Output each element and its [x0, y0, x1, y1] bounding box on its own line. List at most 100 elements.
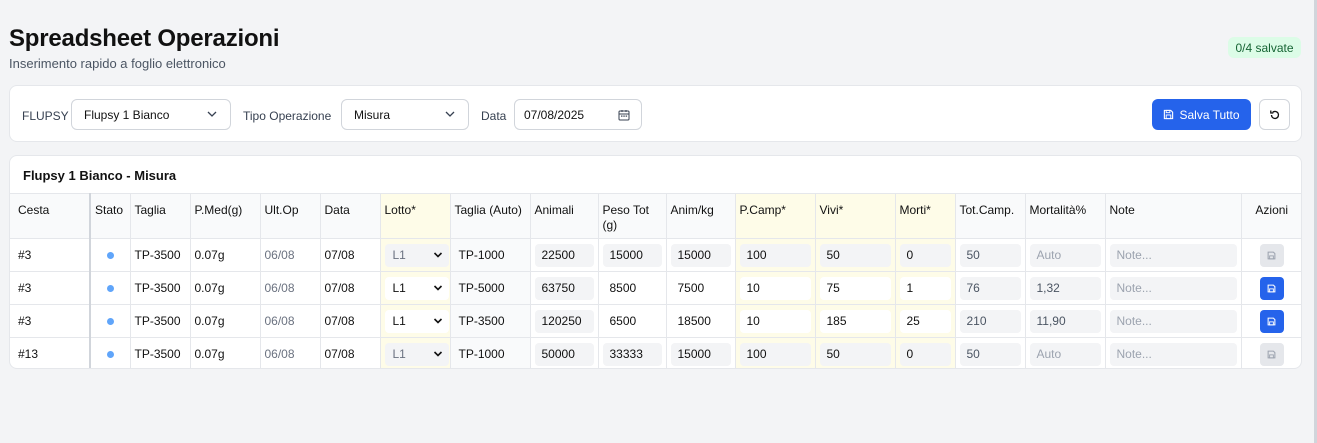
cell-animali: 63750 — [529, 271, 599, 305]
note-input[interactable]: Note... — [1109, 309, 1237, 333]
col-header-data: Data — [319, 193, 381, 239]
pcamp-input[interactable]: 10 — [739, 276, 811, 300]
peso-tot-input[interactable]: 15000 — [602, 243, 662, 267]
anim-kg-input[interactable]: 7500 — [670, 276, 731, 300]
table-row: #3 TP-3500 0.07g 06/08 07/08 L1 TP-5000 63750 85… — [10, 271, 1301, 305]
table-header-row: Cesta Stato Taglia P.Med(g) Ult.Op Data … — [10, 193, 1301, 239]
vivi-input[interactable]: 50 — [819, 243, 891, 267]
cell-ultop: 06/08 — [259, 238, 321, 272]
cell-pmed: 0.07g — [189, 304, 261, 338]
cell-note: Note... — [1104, 271, 1242, 305]
cell-taglia-auto: TP-1000 — [449, 337, 531, 368]
refresh-icon — [1269, 110, 1279, 119]
cell-cesta: #3 — [10, 238, 91, 272]
vivi-input[interactable]: 185 — [819, 309, 891, 333]
col-header-animali: Animali — [529, 193, 599, 239]
chevron-down-icon — [433, 284, 442, 291]
note-input[interactable]: Note... — [1109, 342, 1237, 366]
save-icon — [1267, 284, 1276, 292]
tipo-operazione-select[interactable]: Misura — [341, 99, 469, 130]
row-save-button[interactable] — [1259, 309, 1284, 333]
taglia-auto-value: TP-1000 — [458, 347, 505, 361]
calendar-icon[interactable] — [618, 109, 630, 121]
cell-note: Note... — [1104, 337, 1242, 368]
cell-data: 07/08 — [319, 271, 381, 305]
animali-input[interactable]: 50000 — [534, 342, 594, 366]
lotto-value: L1 — [392, 281, 406, 295]
note-input[interactable]: Note... — [1109, 243, 1237, 267]
cell-taglia: TP-3500 — [129, 337, 191, 368]
mortalita-value: Auto — [1029, 342, 1101, 366]
note-input[interactable]: Note... — [1109, 276, 1237, 300]
lotto-select[interactable]: L1 — [384, 243, 449, 267]
cell-azioni — [1240, 304, 1301, 338]
refresh-button[interactable] — [1259, 99, 1290, 130]
animali-input[interactable]: 120250 — [534, 309, 594, 333]
status-dot — [107, 350, 114, 358]
cell-pcamp: 10 — [734, 271, 816, 305]
morti-input[interactable]: 25 — [899, 309, 951, 333]
vivi-input[interactable]: 50 — [819, 342, 891, 366]
cell-animali: 120250 — [529, 304, 599, 338]
taglia-auto-value: TP-1000 — [458, 248, 505, 262]
flupsy-select[interactable]: Flupsy 1 Bianco — [71, 99, 231, 130]
cell-pmed: 0.07g — [189, 238, 261, 272]
anim-kg-input[interactable]: 15000 — [670, 342, 731, 366]
cell-lotto: L1 — [379, 304, 451, 338]
lotto-select[interactable]: L1 — [384, 342, 449, 366]
morti-input[interactable]: 0 — [899, 342, 951, 366]
col-header-cesta: Cesta — [10, 193, 91, 239]
row-save-button[interactable] — [1259, 243, 1284, 267]
cell-animali: 22500 — [529, 238, 599, 272]
row-save-button[interactable] — [1259, 276, 1284, 300]
vivi-input[interactable]: 75 — [819, 276, 891, 300]
col-header-tot-camp: Tot.Camp. — [954, 193, 1026, 239]
lotto-select[interactable]: L1 — [384, 276, 449, 300]
cell-anim-kg: 18500 — [665, 304, 736, 338]
flupsy-select-value: Flupsy 1 Bianco — [84, 107, 170, 122]
lotto-select[interactable]: L1 — [384, 309, 449, 333]
status-dot — [107, 251, 114, 259]
col-header-anim-kg: Anim/kg — [665, 193, 736, 239]
cell-stato — [89, 304, 131, 338]
cell-data: 07/08 — [319, 304, 381, 338]
anim-kg-input[interactable]: 18500 — [670, 309, 731, 333]
save-all-button[interactable]: Salva Tutto — [1152, 99, 1251, 130]
cell-cesta: #13 — [10, 337, 91, 368]
cell-stato — [89, 238, 131, 272]
col-header-stato: Stato — [89, 193, 131, 239]
cell-peso-tot: 33333 — [597, 337, 667, 368]
cell-pcamp: 10 — [734, 304, 816, 338]
page-title: Spreadsheet Operazioni — [9, 25, 280, 52]
date-input-value: 07/08/2025 — [524, 107, 585, 122]
peso-tot-input[interactable]: 8500 — [602, 276, 662, 300]
anim-kg-input[interactable]: 15000 — [670, 243, 731, 267]
cell-tot-camp: 210 — [954, 304, 1026, 338]
animali-input[interactable]: 63750 — [534, 276, 594, 300]
peso-tot-input[interactable]: 33333 — [602, 342, 662, 366]
date-input[interactable]: 07/08/2025 — [514, 99, 642, 130]
tot-camp-value: 210 — [959, 309, 1021, 333]
morti-input[interactable]: 0 — [899, 243, 951, 267]
cell-stato — [89, 337, 131, 368]
cell-ultop: 06/08 — [259, 271, 321, 305]
table-row: #13 TP-3500 0.07g 06/08 07/08 L1 TP-1000 50000 3… — [10, 337, 1301, 368]
pcamp-input[interactable]: 10 — [739, 309, 811, 333]
cell-pmed: 0.07g — [189, 271, 261, 305]
col-header-lotto: Lotto* — [379, 193, 451, 239]
cell-anim-kg: 7500 — [665, 271, 736, 305]
cell-taglia-auto: TP-1000 — [449, 238, 531, 272]
cell-lotto: L1 — [379, 238, 451, 272]
pcamp-input[interactable]: 100 — [739, 342, 811, 366]
animali-input[interactable]: 22500 — [534, 243, 594, 267]
taglia-auto-value: TP-5000 — [458, 281, 505, 295]
morti-input[interactable]: 1 — [899, 276, 951, 300]
row-save-button[interactable] — [1259, 342, 1284, 366]
cell-stato — [89, 271, 131, 305]
cell-anim-kg: 15000 — [665, 337, 736, 368]
data-label: Data — [481, 109, 507, 123]
pcamp-input[interactable]: 100 — [739, 243, 811, 267]
col-header-ultop: Ult.Op — [259, 193, 321, 239]
tot-camp-value: 76 — [959, 276, 1021, 300]
peso-tot-input[interactable]: 6500 — [602, 309, 662, 333]
